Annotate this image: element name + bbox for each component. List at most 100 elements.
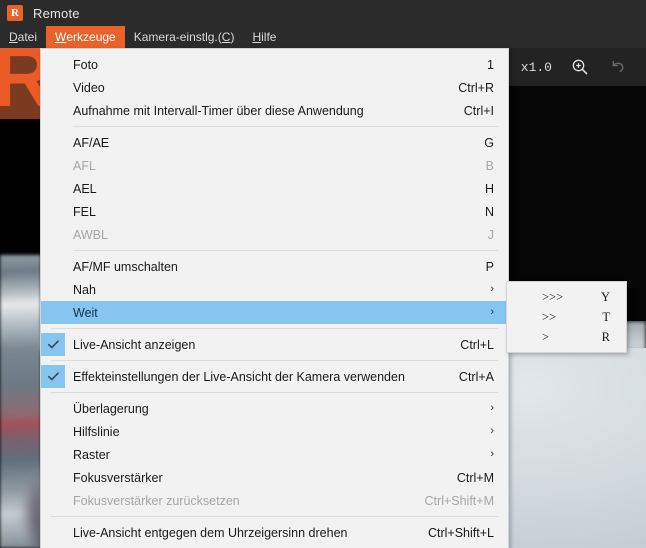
menu-item-label: Fokusverstärker zurücksetzen <box>73 494 405 508</box>
menubar-item-hilfe-rest: ilfe <box>261 30 276 44</box>
undo-arrow-icon[interactable] <box>608 57 628 77</box>
menu-item-foto[interactable]: Foto 1 <box>41 53 508 76</box>
menu-item-ueberlagerung[interactable]: Überlagerung › <box>41 397 508 420</box>
menubar-item-datei[interactable]: Datei <box>0 26 46 48</box>
checkmark-icon <box>41 333 65 356</box>
menu-separator <box>73 250 498 251</box>
menubar-item-hilfe-key: H <box>252 30 261 44</box>
submenu-item-1[interactable]: >>>Y <box>507 287 626 307</box>
chevron-right-icon: › <box>490 403 494 414</box>
menu-item-label: Raster <box>73 448 470 462</box>
menu-item-ael[interactable]: AELH <box>41 177 508 200</box>
menu-item-gutter <box>41 489 65 512</box>
menu-item-live-ansicht-anzeigen[interactable]: Live-Ansicht anzeigen Ctrl+L <box>41 333 508 356</box>
menubar-item-hilfe[interactable]: Hilfe <box>243 26 285 48</box>
menu-item-gutter <box>41 53 65 76</box>
zoom-toolbar: x1.0 <box>506 48 646 86</box>
menu-item-shortcut: B <box>486 159 494 173</box>
menu-item-shortcut: Ctrl+I <box>464 104 494 118</box>
menu-item-fel[interactable]: FEL N <box>41 200 508 223</box>
menu-item-gutter <box>41 443 65 466</box>
submenu-item-label: >>> <box>542 290 601 305</box>
menu-bar: Datei Werkzeuge Kamera-einstlg.(C) Hilfe <box>0 26 646 48</box>
menu-item-label: Foto <box>73 58 467 72</box>
menu-item-shortcut: Ctrl+L <box>460 338 494 352</box>
menu-item-shortcut: G <box>484 136 494 150</box>
menu-item-label: Überlagerung <box>73 402 470 416</box>
menu-item-awbl: AWBLJ <box>41 223 508 246</box>
chevron-right-icon: › <box>490 449 494 460</box>
menu-item-shortcut: Ctrl+R <box>458 81 494 95</box>
chevron-right-icon: › <box>490 284 494 295</box>
menu-item-gutter <box>41 301 65 324</box>
menubar-item-kameraeinstellungen-pre: Kamera-einstlg.( <box>134 30 222 44</box>
menu-item-fokusverstaerker-zuruecksetzen: Fokusverstärker zurücksetzenCtrl+Shift+M <box>41 489 508 512</box>
app-logo-letter: R <box>11 8 19 19</box>
menu-item-label: Video <box>73 81 438 95</box>
menu-item-label: Fokusverstärker <box>73 471 437 485</box>
menubar-item-werkzeuge-rest: erkzeuge <box>66 30 115 44</box>
menu-item-hilfslinie[interactable]: Hilfslinie › <box>41 420 508 443</box>
chevron-right-icon: › <box>490 426 494 437</box>
menu-separator <box>73 126 498 127</box>
menu-item-gutter <box>41 223 65 246</box>
menu-item-gutter <box>41 200 65 223</box>
menu-item-gutter <box>41 544 65 548</box>
menu-item-shortcut: Ctrl+M <box>457 471 494 485</box>
weit-submenu[interactable]: >>>Y>>T>R <box>506 281 627 353</box>
menu-item-weit[interactable]: Weit› <box>41 301 508 324</box>
submenu-item-shortcut: R <box>602 330 610 345</box>
menu-item-effekteinstellungen-der-live-ansicht-der-k[interactable]: Effekteinstellungen der Live-Ansicht der… <box>41 365 508 388</box>
menu-item-afl: AFL B <box>41 154 508 177</box>
menu-item-label: AFL <box>73 159 466 173</box>
menu-item-shortcut: N <box>485 205 494 219</box>
menu-item-label: Nah <box>73 283 470 297</box>
menu-item-nah[interactable]: Nah › <box>41 278 508 301</box>
menu-item-gutter <box>41 466 65 489</box>
menu-item-shortcut: 1 <box>487 58 494 72</box>
menu-item-af-mf-umschalten[interactable]: AF/MF umschaltenP <box>41 255 508 278</box>
werkzeuge-dropdown-menu[interactable]: Foto 1 Video Ctrl+R Aufnahme mit Intervall-T… <box>40 48 509 548</box>
magnifier-plus-icon[interactable] <box>570 57 590 77</box>
menu-item-gutter <box>41 131 65 154</box>
menu-item-live-ansicht-im-uhrzeigersinn-drehen[interactable]: Live-Ansicht im Uhrzeigersinn drehenCtrl… <box>41 544 508 548</box>
menu-item-aufnahme-mit-intervall-timer-ueber-diese-a[interactable]: Aufnahme mit Intervall-Timer über diese … <box>41 99 508 122</box>
menu-item-gutter <box>41 177 65 200</box>
menu-item-label: FEL <box>73 205 465 219</box>
menu-item-label: AF/AE <box>73 136 464 150</box>
application-window: R x1.0 R Remote Datei <box>0 0 646 548</box>
submenu-item-2[interactable]: >>T <box>507 307 626 327</box>
menu-item-gutter <box>41 154 65 177</box>
menubar-item-kameraeinstellungen-post: ) <box>230 30 234 44</box>
title-bar: R Remote <box>0 0 646 26</box>
window-title: Remote <box>33 6 80 21</box>
menu-item-label: Hilfslinie <box>73 425 470 439</box>
menu-item-video[interactable]: Video Ctrl+R <box>41 76 508 99</box>
menu-item-af-ae[interactable]: AF/AE G <box>41 131 508 154</box>
menu-item-gutter <box>41 255 65 278</box>
menu-item-label: Aufnahme mit Intervall-Timer über diese … <box>73 104 444 118</box>
menu-item-label: Effekteinstellungen der Live-Ansicht der… <box>73 370 439 384</box>
submenu-item-shortcut: T <box>602 310 610 325</box>
menubar-item-datei-rest: atei <box>18 30 37 44</box>
menu-item-live-ansicht-entgegen-dem-uhrzeigersinn-dr[interactable]: Live-Ansicht entgegen dem Uhrzeigersinn … <box>41 521 508 544</box>
menu-item-gutter <box>41 76 65 99</box>
menu-item-gutter <box>41 99 65 122</box>
menu-item-shortcut: Ctrl+A <box>459 370 494 384</box>
menu-item-label: AEL <box>73 182 465 196</box>
zoom-level-label: x1.0 <box>521 60 552 75</box>
menu-separator <box>51 328 498 329</box>
submenu-item-3[interactable]: >R <box>507 327 626 347</box>
menu-item-gutter <box>41 420 65 443</box>
submenu-item-label: > <box>542 330 602 345</box>
menu-item-raster[interactable]: Raster › <box>41 443 508 466</box>
menubar-item-werkzeuge[interactable]: Werkzeuge <box>46 26 125 48</box>
menu-item-label: AWBL <box>73 228 468 242</box>
menu-item-label: Live-Ansicht anzeigen <box>73 338 440 352</box>
menu-separator <box>51 516 498 517</box>
menubar-item-kameraeinstellungen[interactable]: Kamera-einstlg.(C) <box>125 26 244 48</box>
menu-item-fokusverstaerker[interactable]: Fokusverstärker Ctrl+M <box>41 466 508 489</box>
menu-item-gutter <box>41 521 65 544</box>
menu-item-gutter <box>41 397 65 420</box>
menu-item-label: Weit <box>73 306 470 320</box>
